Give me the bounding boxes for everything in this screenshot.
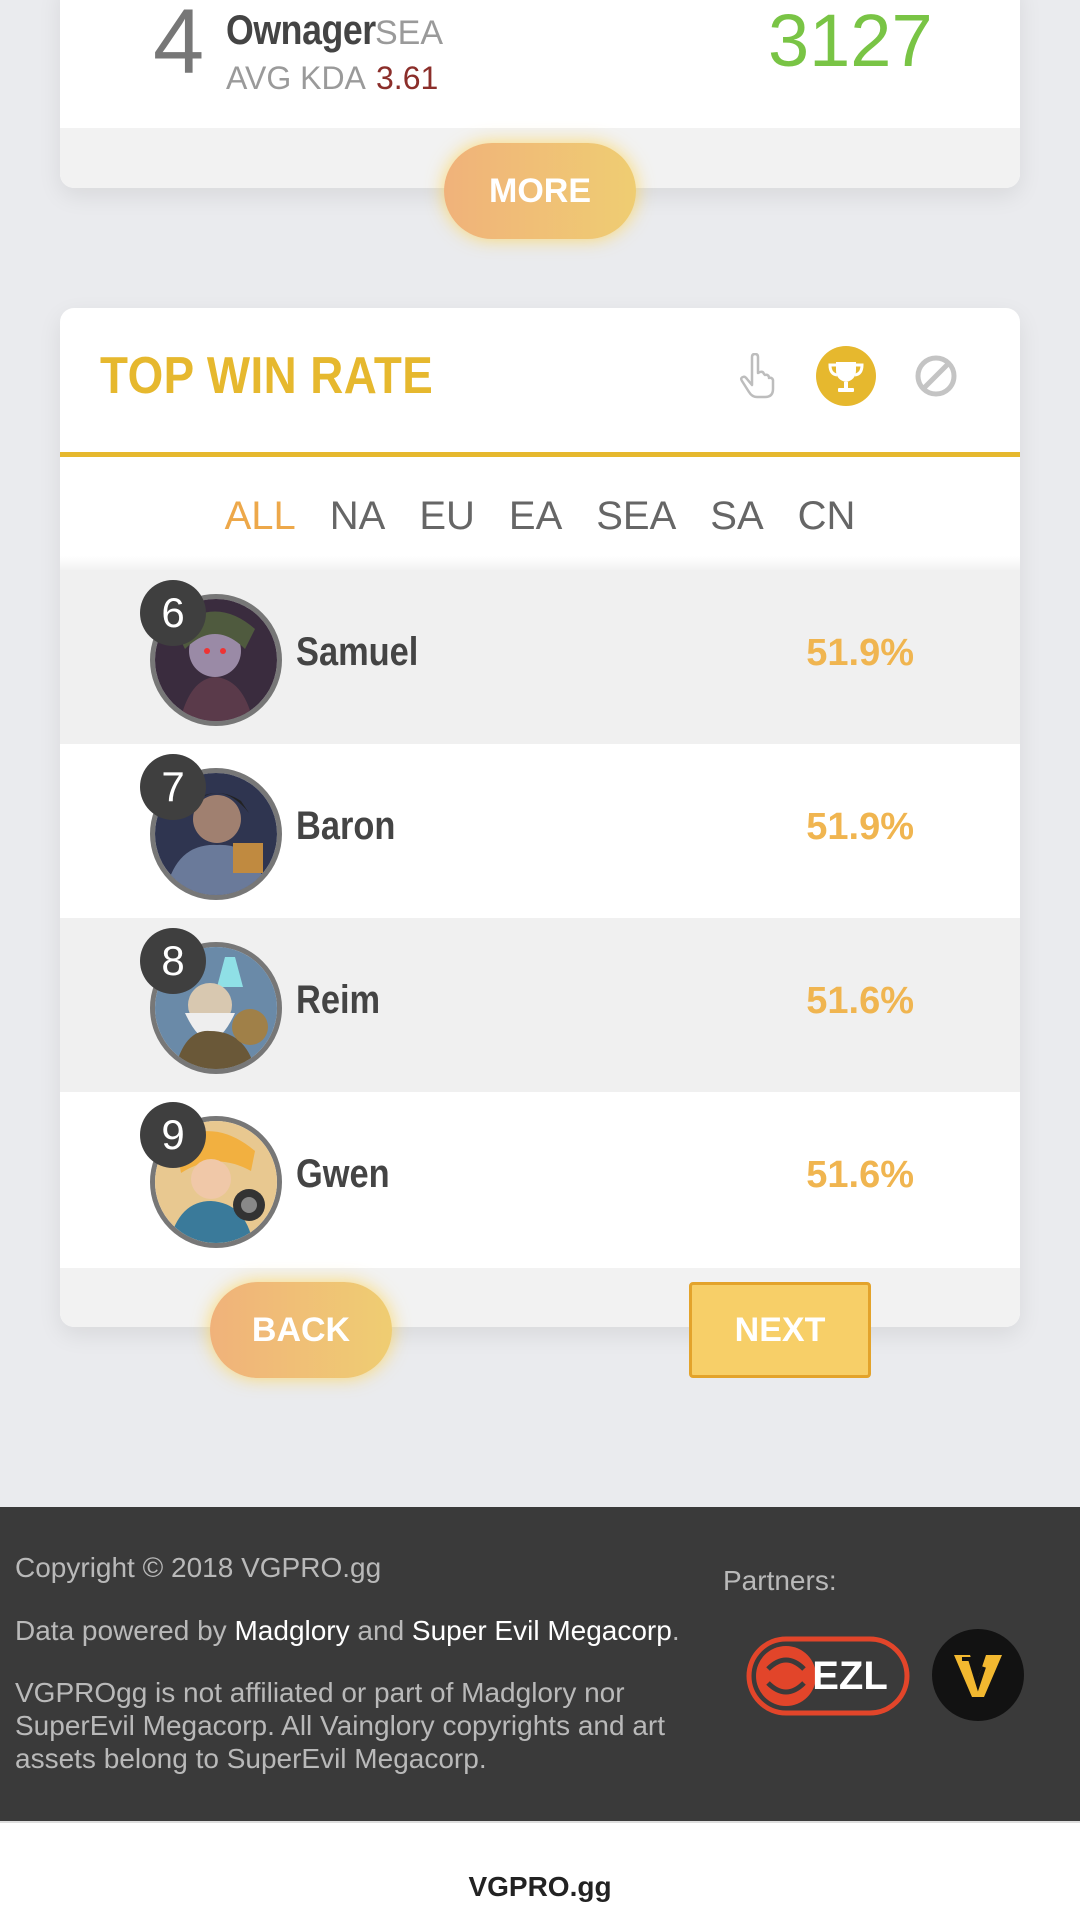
hero-row[interactable]: 9 Gwen 51.6% [60, 1092, 1020, 1266]
top-win-rate-card: TOP WIN RATE ALL NA EU EA SEA SA CN 6 Sa… [60, 308, 1020, 1327]
win-rate-value: 51.9% [806, 632, 914, 674]
hero-name[interactable]: Baron [296, 804, 395, 849]
disclaimer-line: SuperEvil Megacorp. All Vainglory copyri… [15, 1710, 666, 1741]
hand-pointer-icon[interactable] [726, 346, 786, 406]
win-rate-value: 51.6% [806, 980, 914, 1022]
bottom-bar: VGPRO.gg [0, 1821, 1080, 1920]
leaderboard-row[interactable]: 4 Ownager SEA AVG KDA 3.61 3127 [60, 0, 1020, 128]
partners-label: Partners: [723, 1565, 837, 1596]
tab-na[interactable]: NA [313, 476, 403, 556]
ban-icon[interactable] [906, 346, 966, 406]
title-divider [60, 452, 1020, 457]
site-footer: Copyright © 2018 VGPRO.gg Data powered b… [0, 1507, 1080, 1821]
hero-row[interactable]: 8 Reim 51.6% [60, 918, 1020, 1092]
rank-badge: 7 [140, 754, 206, 820]
ezl-logo-text: EZL [812, 1654, 888, 1698]
hero-name[interactable]: Samuel [296, 630, 418, 675]
card-footer-strip [60, 1268, 1020, 1327]
win-rate-value: 51.6% [806, 1154, 914, 1196]
tab-sa[interactable]: SA [693, 476, 780, 556]
player-name[interactable]: Ownager [226, 6, 376, 54]
rank-badge: 9 [140, 1102, 206, 1168]
vl-logo[interactable] [932, 1629, 1024, 1721]
tab-sea[interactable]: SEA [579, 476, 693, 556]
powered-prefix: Data powered by [15, 1615, 235, 1646]
super-evil-megacorp-link[interactable]: Super Evil Megacorp [412, 1615, 672, 1646]
player-region: SEA [375, 14, 444, 52]
tab-all[interactable]: ALL [208, 476, 313, 556]
win-rate-value: 51.9% [806, 806, 914, 848]
next-button[interactable]: NEXT [689, 1282, 871, 1378]
hero-name[interactable]: Reim [296, 978, 380, 1023]
tab-ea[interactable]: EA [492, 476, 579, 556]
copyright-text: Copyright © 2018 VGPRO.gg [15, 1552, 382, 1583]
tab-cn[interactable]: CN [781, 476, 873, 556]
card-title: TOP WIN RATE [100, 347, 434, 405]
madglory-link[interactable]: Madglory [234, 1615, 349, 1646]
powered-by-text: Data powered by Madglory and Super Evil … [15, 1614, 680, 1647]
hero-row[interactable]: 6 Samuel 51.9% [60, 570, 1020, 744]
powered-suffix: . [671, 1615, 680, 1646]
player-score: 3127 [768, 0, 933, 82]
kda-value: 3.61 [376, 60, 439, 96]
hero-row[interactable]: 7 Baron 51.9% [60, 744, 1020, 918]
disclaimer-line: VGPROgg is not affiliated or part of Mad… [15, 1677, 625, 1708]
trophy-icon[interactable] [816, 346, 876, 406]
rank-number: 4 [153, 0, 205, 93]
disclaimer-line: assets belong to SuperEvil Megacorp. [15, 1743, 487, 1774]
rank-badge: 6 [140, 580, 206, 646]
ezl-logo[interactable]: EZL [746, 1629, 910, 1725]
rank-badge: 8 [140, 928, 206, 994]
tab-eu[interactable]: EU [402, 476, 492, 556]
region-tabs: ALL NA EU EA SEA SA CN [60, 476, 1020, 556]
powered-and: and [349, 1615, 412, 1646]
hero-name[interactable]: Gwen [296, 1152, 390, 1197]
site-title[interactable]: VGPRO.gg [0, 1871, 1080, 1903]
tabs-shadow [60, 556, 1020, 570]
more-button[interactable]: MORE [444, 143, 636, 239]
back-button[interactable]: BACK [210, 1282, 392, 1378]
kda-label: AVG KDA [226, 60, 366, 96]
